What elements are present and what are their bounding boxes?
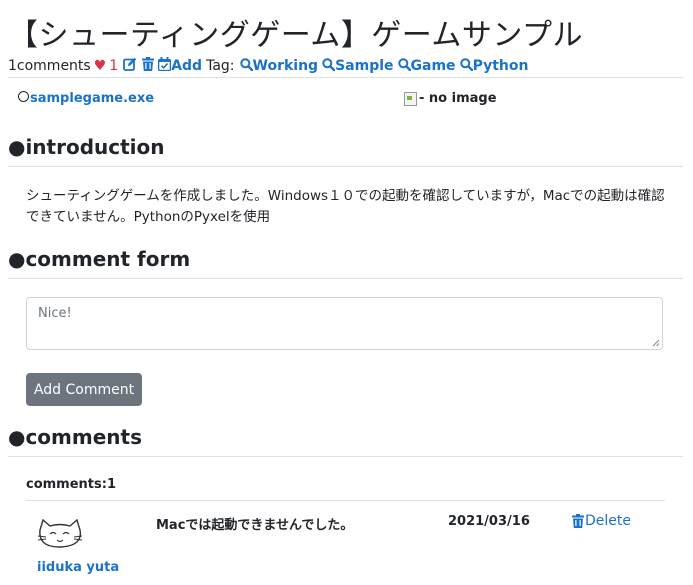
tag-working[interactable]: Working xyxy=(239,57,319,75)
divider xyxy=(8,166,683,167)
comments-heading: ●comments xyxy=(8,425,142,449)
comment-user-link[interactable]: iiduka yuta xyxy=(37,560,119,575)
introduction-text: シューティングゲームを作成しました。Windows１０での起動を確認していますが… xyxy=(26,188,665,225)
add-button[interactable]: Add xyxy=(171,58,202,74)
circle-icon xyxy=(18,91,29,102)
trash-icon xyxy=(572,514,584,528)
trash-icon[interactable] xyxy=(142,57,155,75)
calendar-check-icon[interactable] xyxy=(158,57,172,75)
comments-count-label: comments:1 xyxy=(26,477,116,492)
tag-text: Python xyxy=(472,58,529,74)
resize-handle-icon[interactable] xyxy=(652,339,660,347)
comment-form-heading: ●comment form xyxy=(8,247,191,271)
tag-text: Game xyxy=(410,58,456,74)
divider xyxy=(8,278,683,279)
search-icon xyxy=(459,57,473,75)
avatar xyxy=(37,518,83,548)
search-icon xyxy=(239,57,253,75)
comment-input[interactable]: Nice! xyxy=(26,297,663,350)
divider xyxy=(8,77,683,78)
image-alt-text: - no image xyxy=(419,91,497,106)
delete-comment-button[interactable]: Delete xyxy=(572,513,631,529)
tag-python[interactable]: Python xyxy=(459,57,529,75)
broken-image-icon xyxy=(404,91,417,106)
post-meta-bar: 1comments ♥ 1 Add Tag: Working Sample Ga… xyxy=(8,57,528,75)
search-icon xyxy=(397,57,411,75)
comment-placeholder: Nice! xyxy=(38,306,72,321)
comments-count: 1comments xyxy=(8,58,91,74)
introduction-heading: ●introduction xyxy=(8,135,165,159)
search-icon xyxy=(322,57,336,75)
download-file-link[interactable]: samplegame.exe xyxy=(18,91,154,106)
tag-game[interactable]: Game xyxy=(397,57,456,75)
tag-text: Sample xyxy=(335,58,394,74)
broken-image: - no image xyxy=(404,91,497,106)
delete-label: Delete xyxy=(585,513,631,529)
comment-date: 2021/03/16 xyxy=(448,514,530,529)
tag-sample[interactable]: Sample xyxy=(322,57,394,75)
file-name: samplegame.exe xyxy=(30,91,155,106)
comment-text: Macでは起動できませんでした。 xyxy=(156,518,354,533)
tag-label: Tag: xyxy=(206,58,235,74)
heart-icon[interactable]: ♥ xyxy=(94,58,107,74)
like-count: 1 xyxy=(109,58,119,74)
divider xyxy=(8,456,683,457)
add-comment-button[interactable]: Add Comment xyxy=(26,373,142,406)
edit-icon[interactable] xyxy=(123,57,137,75)
tag-text: Working xyxy=(252,58,319,74)
divider xyxy=(26,500,665,501)
page-title: 【シューティングゲーム】ゲームサンプル xyxy=(8,18,583,53)
